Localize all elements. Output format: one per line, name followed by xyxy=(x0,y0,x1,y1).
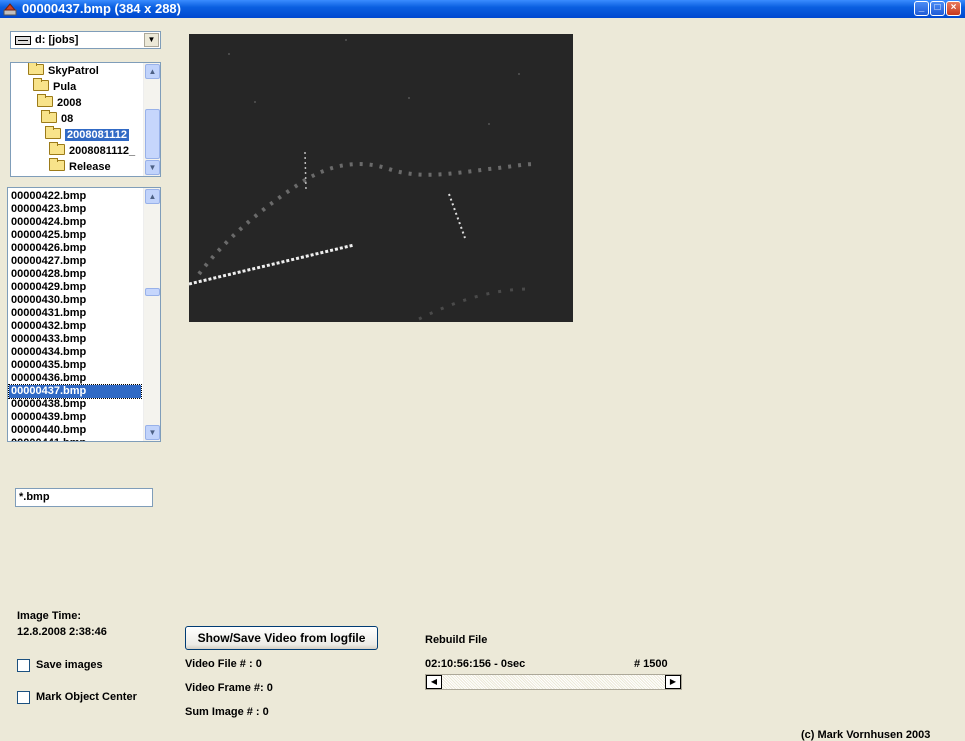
app-icon xyxy=(3,3,17,16)
file-item[interactable]: 00000424.bmp xyxy=(11,216,86,229)
file-item[interactable]: 00000435.bmp xyxy=(11,359,86,372)
file-item[interactable]: 00000440.bmp xyxy=(11,424,86,437)
file-item[interactable]: 00000430.bmp xyxy=(11,294,86,307)
save-images-label[interactable]: Save images xyxy=(36,659,103,671)
file-item[interactable]: 00000426.bmp xyxy=(11,242,86,255)
scroll-thumb[interactable] xyxy=(145,109,160,159)
directory-item[interactable]: 2008081112_ xyxy=(49,142,136,159)
file-item[interactable]: 00000423.bmp xyxy=(11,203,86,216)
maximize-button[interactable]: □ xyxy=(930,1,945,16)
scroll-left-icon[interactable]: ◀ xyxy=(426,675,442,689)
directory-item[interactable]: SkyPatrol xyxy=(28,63,99,79)
scroll-up-icon[interactable]: ▲ xyxy=(145,64,160,79)
file-list[interactable]: 00000422.bmp 00000423.bmp 00000424.bmp 0000… xyxy=(7,187,161,442)
file-item[interactable]: 00000441.bmp xyxy=(11,437,86,441)
rebuild-file-title: Rebuild File xyxy=(425,634,488,646)
save-images-checkbox[interactable] xyxy=(17,659,30,672)
file-item[interactable]: 00000434.bmp xyxy=(11,346,86,359)
scroll-up-icon[interactable]: ▲ xyxy=(145,189,160,204)
file-scrollbar[interactable]: ▲ ▼ xyxy=(143,188,160,441)
directory-label: SkyPatrol xyxy=(48,65,99,77)
file-item[interactable]: 00000428.bmp xyxy=(11,268,86,281)
directory-label: 2008081112 xyxy=(65,129,129,141)
file-item[interactable]: 00000425.bmp xyxy=(11,229,86,242)
drive-icon xyxy=(15,36,31,45)
mark-object-center-label[interactable]: Mark Object Center xyxy=(36,691,137,703)
folder-open-icon xyxy=(45,126,61,139)
video-frame-number: Video Frame #: 0 xyxy=(185,682,273,694)
minimize-button[interactable]: _ xyxy=(914,1,929,16)
copyright-text: (c) Mark Vornhusen 2003 xyxy=(801,729,931,741)
file-item[interactable]: 00000436.bmp xyxy=(11,372,86,385)
directory-label: 2008081112_ xyxy=(69,145,136,157)
meteor-image xyxy=(189,34,573,322)
file-item[interactable]: 00000432.bmp xyxy=(11,320,86,333)
scroll-down-icon[interactable]: ▼ xyxy=(145,160,160,175)
drive-select[interactable]: d: [jobs] ▼ xyxy=(10,31,161,49)
file-item[interactable]: 00000422.bmp xyxy=(11,190,86,203)
image-time-value: 12.8.2008 2:38:46 xyxy=(17,626,107,638)
window-title: 00000437.bmp (384 x 288) xyxy=(22,1,181,16)
title-bar: 00000437.bmp (384 x 288) _ □ × xyxy=(0,0,965,18)
directory-label: 08 xyxy=(61,113,74,125)
folder-icon xyxy=(37,94,53,107)
directory-item[interactable]: 08 xyxy=(41,110,74,127)
scroll-down-icon[interactable]: ▼ xyxy=(145,425,160,440)
sum-image-number: Sum Image # : 0 xyxy=(185,706,269,718)
folder-icon xyxy=(33,78,49,91)
directory-label: 2008 xyxy=(57,97,82,109)
directory-label: Release xyxy=(69,161,111,173)
directory-item[interactable]: Pula xyxy=(33,78,77,95)
file-item[interactable]: 00000429.bmp xyxy=(11,281,86,294)
folder-icon xyxy=(49,142,65,155)
show-save-video-button[interactable]: Show/Save Video from logfile xyxy=(185,626,378,650)
chevron-down-icon[interactable]: ▼ xyxy=(144,33,159,47)
file-item[interactable]: 00000431.bmp xyxy=(11,307,86,320)
video-file-number: Video File # : 0 xyxy=(185,658,262,670)
close-button[interactable]: × xyxy=(946,1,961,16)
rebuild-time: 02:10:56:156 - 0sec xyxy=(425,658,526,670)
slider-track[interactable] xyxy=(442,675,667,689)
directory-item[interactable]: 2008 xyxy=(37,94,82,111)
folder-icon xyxy=(49,158,65,171)
rebuild-count: # 1500 xyxy=(634,658,668,670)
file-item[interactable]: 00000439.bmp xyxy=(11,411,86,424)
mark-object-center-checkbox[interactable] xyxy=(17,691,30,704)
file-item[interactable]: 00000438.bmp xyxy=(11,398,86,411)
drive-label: d: [jobs] xyxy=(35,34,79,46)
directory-item[interactable]: Release xyxy=(49,158,111,175)
file-item[interactable]: 00000427.bmp xyxy=(11,255,86,268)
image-time-label: Image Time: xyxy=(17,610,81,622)
directory-list[interactable]: SkyPatrol Pula 2008 08 2008081112 2008081112_… xyxy=(10,62,161,177)
directory-label: Pula xyxy=(53,81,77,93)
folder-icon xyxy=(28,63,44,75)
file-item[interactable]: 00000437.bmp xyxy=(8,384,142,399)
directory-item[interactable]: 2008081112 xyxy=(45,126,129,143)
folder-icon xyxy=(41,110,57,123)
scroll-right-icon[interactable]: ▶ xyxy=(665,675,681,689)
scroll-thumb[interactable] xyxy=(145,288,160,296)
sky-image xyxy=(189,34,573,322)
directory-scrollbar[interactable]: ▲ ▼ xyxy=(143,63,160,176)
file-pattern-input[interactable]: *.bmp xyxy=(15,488,153,507)
rebuild-slider[interactable]: ◀ ▶ xyxy=(425,674,682,690)
file-item[interactable]: 00000433.bmp xyxy=(11,333,86,346)
